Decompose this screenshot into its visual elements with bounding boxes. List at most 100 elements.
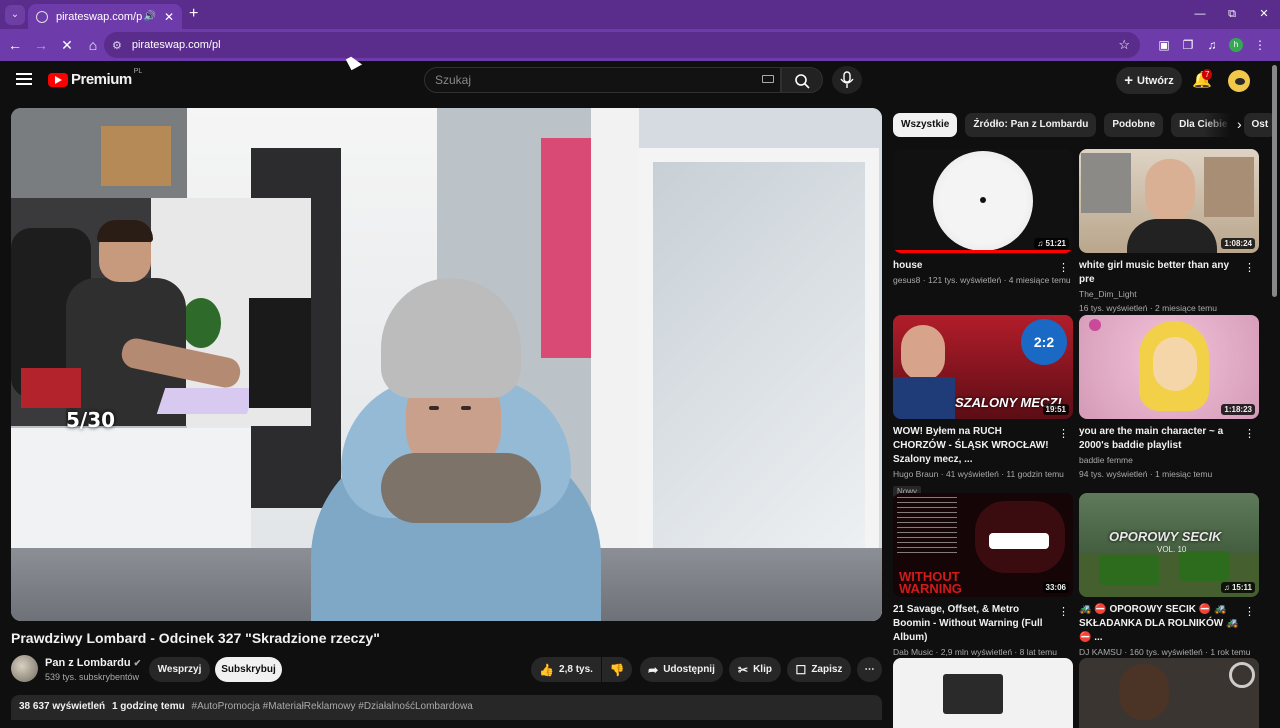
search-button[interactable] [781, 67, 823, 93]
bookmark-star-icon[interactable]: ☆ [1118, 37, 1130, 53]
more-actions-button[interactable]: ⋯ [857, 657, 882, 682]
page-scrollbar[interactable] [1272, 65, 1277, 297]
woman-eye [429, 406, 439, 410]
video-description[interactable]: 38 637 wyświetleń 1 godzinę temu #AutoPr… [11, 695, 882, 720]
dislike-button[interactable]: 👎 [602, 657, 632, 682]
rec-stats: 2,9 mln wyświetleń · 8 lat temu [940, 647, 1057, 657]
webcam-flag [21, 368, 81, 408]
forward-icon[interactable]: → [28, 37, 54, 53]
video-thumbnail[interactable]: ♫ 51:21 [893, 149, 1073, 253]
keyboard-icon[interactable] [762, 75, 774, 83]
new-tab-button[interactable]: + [189, 5, 198, 23]
recommendation-item[interactable] [893, 658, 1073, 728]
more-vertical-icon[interactable]: ⋮ [1244, 261, 1255, 274]
youtube-logo[interactable]: Premium PL [48, 68, 142, 88]
thumb-tracklist [897, 497, 957, 557]
thumb-face [901, 325, 945, 381]
vinyl-center [980, 197, 986, 203]
site-info-icon[interactable]: ⚙ [112, 39, 122, 52]
overlay-counter: 5/30 [66, 408, 116, 432]
voice-search-button[interactable] [832, 66, 862, 94]
video-thumbnail[interactable]: 1:18:23 [1079, 315, 1259, 419]
video-thumbnail[interactable]: 1:08:24 [1079, 149, 1259, 253]
close-window-button[interactable]: ✕ [1248, 0, 1280, 29]
chip-all[interactable]: Wszystkie [893, 113, 958, 137]
subscribe-button[interactable]: Subskrybuj [215, 657, 282, 682]
search-input[interactable]: Szukaj [424, 67, 781, 93]
video-duration: ♫ 51:21 [1034, 238, 1069, 249]
save-label: Zapisz [811, 664, 843, 675]
hashtags[interactable]: #AutoPromocja #MateriałReklamowy #Działa… [192, 701, 473, 712]
menu-icon[interactable] [16, 73, 32, 85]
recommendation-item[interactable]: 1:18:23 ⋮ you are the main character ~ a… [1079, 315, 1259, 481]
recommendation-item[interactable]: WITHOUT WARNING 33:06 ⋮ 21 Savage, Offse… [893, 493, 1073, 659]
video-thumbnail[interactable] [1079, 658, 1259, 728]
channel-name[interactable]: Pan z Lombardu ✔ [45, 657, 141, 669]
video-scene-counter-window [11, 428, 251, 568]
more-vertical-icon[interactable]: ⋮ [1244, 427, 1255, 440]
video-thumbnail[interactable]: 2:2 SZALONY MECZ! 19:51 [893, 315, 1073, 419]
more-vertical-icon[interactable]: ⋮ [1058, 427, 1069, 440]
close-tab-icon[interactable]: ✕ [164, 10, 174, 24]
view-count: 38 637 wyświetleń [19, 701, 106, 712]
rec-channel: Dab Music [893, 647, 934, 657]
home-icon[interactable]: ⌂ [80, 37, 106, 53]
streamer-webcam-overlay [11, 198, 311, 426]
rec-channel: gesus8 [893, 275, 921, 285]
like-button[interactable]: 👍 2,8 tys. [531, 657, 601, 682]
back-icon[interactable]: ← [2, 37, 28, 53]
microphone-icon [840, 71, 854, 88]
screenshot-extension-icon[interactable]: ▣ [1152, 38, 1176, 52]
video-thumbnail[interactable]: WITHOUT WARNING 33:06 [893, 493, 1073, 597]
profile-avatar[interactable]: h [1229, 38, 1243, 52]
more-vertical-icon[interactable]: ⋮ [1244, 605, 1255, 618]
tab-search-button[interactable]: ⌄ [5, 4, 25, 25]
recommendation-item[interactable]: OPOROWY SECIK VOL. 10 ♫ 15:11 ⋮ 🚜 ⛔ OPOR… [1079, 493, 1259, 659]
more-horizontal-icon: ⋯ [864, 664, 875, 675]
thumb-face [1145, 159, 1195, 221]
chip-source[interactable]: Źródło: Pan z Lombardu [965, 113, 1097, 137]
chip-similar[interactable]: Podobne [1104, 113, 1164, 137]
thumb-photo [1204, 157, 1254, 217]
thumb-score: 2:2 [1021, 319, 1067, 365]
account-avatar[interactable] [1228, 70, 1250, 92]
logo-text: Premium [71, 71, 132, 88]
restore-button[interactable]: ⧉ [1216, 0, 1248, 29]
recommendation-item[interactable]: ♫ 51:21 ⋮ house gesus8 · 121 tys. wyświe… [893, 149, 1073, 287]
stop-loading-icon[interactable]: ✕ [54, 37, 80, 54]
save-button[interactable]: ☐ Zapisz [787, 657, 851, 682]
browser-tab[interactable]: pirateswap.com/pl 🔊 ✕ [28, 4, 182, 29]
video-thumbnail[interactable]: OPOROWY SECIK VOL. 10 ♫ 15:11 [1079, 493, 1259, 597]
more-vertical-icon[interactable]: ⋮ [1058, 605, 1069, 618]
video-duration: 1:18:23 [1221, 404, 1255, 415]
clip-button[interactable]: ✂ Klip [729, 657, 781, 682]
loading-icon [36, 10, 48, 23]
video-thumbnail[interactable] [893, 658, 1073, 728]
browser-menu-icon[interactable]: ⋮ [1248, 38, 1272, 52]
channel-avatar[interactable] [11, 655, 38, 682]
recommendation-item[interactable]: 2:2 SZALONY MECZ! 19:51 ⋮ WOW! Byłem na … [893, 315, 1073, 499]
thumb-caption: OPOROWY SECIK [1109, 529, 1222, 544]
chevron-right-icon[interactable]: › [1237, 116, 1242, 132]
extensions-icon[interactable]: ❐ [1176, 38, 1200, 52]
share-button[interactable]: ➦ Udostępnij [640, 657, 723, 682]
video-player[interactable]: 5/30 [11, 108, 882, 621]
create-button[interactable]: + Utwórz [1116, 67, 1182, 94]
media-controls-icon[interactable]: ♫ [1200, 38, 1224, 52]
minimize-button[interactable]: — [1184, 0, 1216, 29]
audio-icon[interactable]: 🔊 [143, 11, 155, 22]
thumb-photo [1081, 153, 1131, 213]
support-button[interactable]: Wesprzyj [149, 657, 210, 682]
recommendation-title: white girl music better than any pre [1079, 260, 1230, 285]
video-duration: 33:06 [1042, 582, 1069, 593]
recommendation-stats: 16 tys. wyświetleń · 2 miesiące temu [1079, 303, 1217, 313]
recommendation-channel: baddie femme [1079, 455, 1133, 465]
browser-tab-strip: ⌄ pirateswap.com/pl 🔊 ✕ + — ⧉ ✕ [0, 0, 1280, 29]
more-vertical-icon[interactable]: ⋮ [1058, 261, 1069, 274]
address-bar[interactable]: ⚙ pirateswap.com/pl ☆ [104, 32, 1140, 58]
recommendation-item[interactable]: 1:08:24 ⋮ white girl music better than a… [1079, 149, 1259, 315]
thumb-subcaption: VOL. 10 [1157, 545, 1187, 554]
rec-stats: 160 tys. wyświetleń · 1 rok temu [1129, 647, 1251, 657]
create-label: Utwórz [1137, 74, 1174, 87]
recommendation-item[interactable] [1079, 658, 1259, 728]
